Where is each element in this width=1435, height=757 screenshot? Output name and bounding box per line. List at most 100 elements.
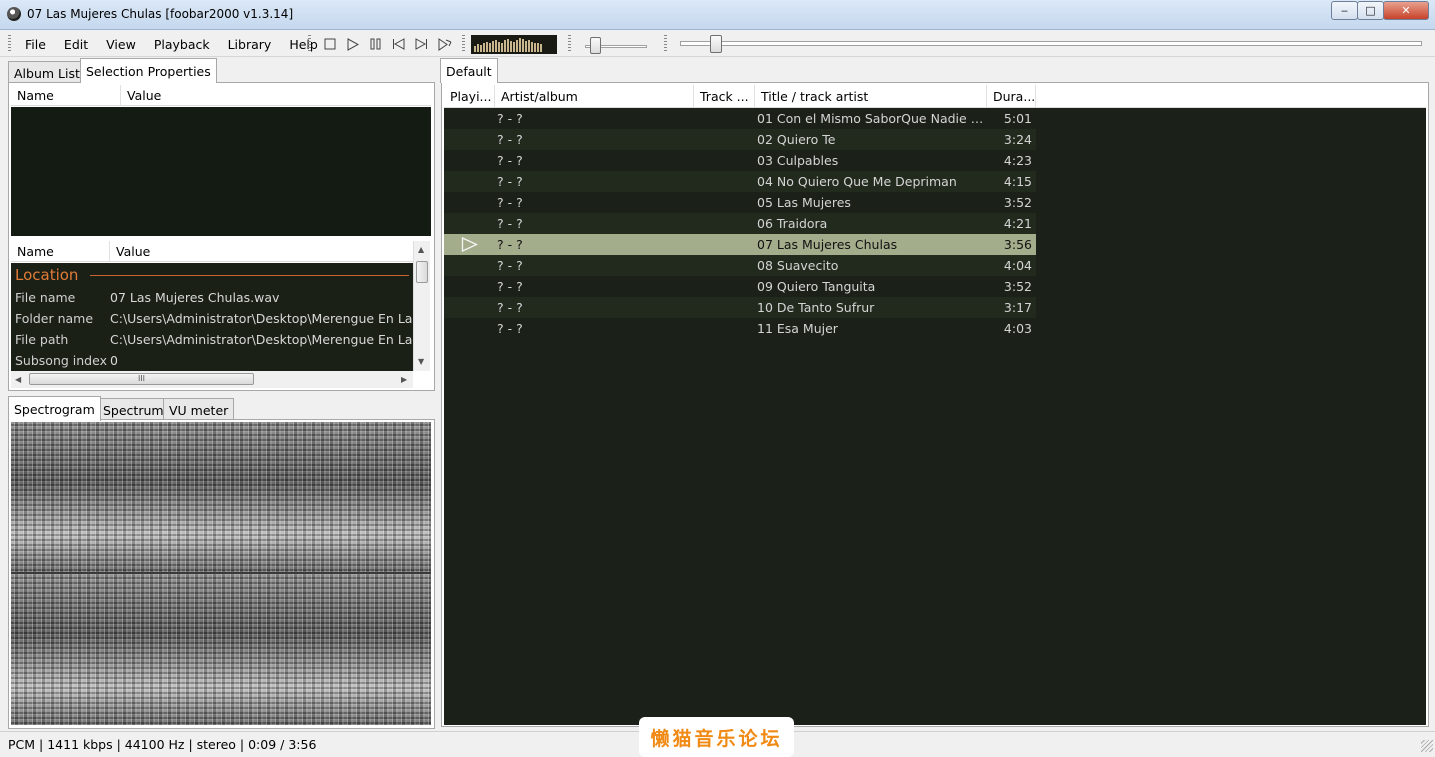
visualizer-bar [540, 44, 542, 52]
property-row[interactable]: File path C:\Users\Administrator\Desktop… [11, 329, 413, 350]
column-duration[interactable]: Dura... [987, 85, 1036, 107]
visualizer-bar [507, 39, 509, 52]
property-row[interactable]: Folder name C:\Users\Administrator\Deskt… [11, 308, 413, 329]
toolbar-grip[interactable] [664, 35, 667, 53]
track-artist-album: ? - ? [497, 153, 523, 168]
playlist-row[interactable]: ? - ? 03 Culpables 4:23 [444, 150, 1036, 171]
close-button[interactable]: ✕ [1383, 1, 1429, 20]
tab-playlist-default[interactable]: Default [440, 58, 498, 83]
toolbar-grip[interactable] [8, 35, 11, 53]
toolbar-grip[interactable] [462, 35, 465, 53]
toolbar-grip[interactable] [568, 35, 571, 53]
peak-visualizer[interactable] [471, 35, 557, 54]
playlist-row[interactable]: ? - ? 04 No Quiero Que Me Depriman 4:15 [444, 171, 1036, 192]
resize-grip-icon[interactable] [1421, 740, 1433, 752]
playlist-view[interactable]: ? - ? 01 Con el Mismo SaborQue Nadie S...… [444, 108, 1426, 725]
spectrogram-display[interactable] [11, 422, 431, 725]
scroll-up-icon[interactable]: ▲ [418, 245, 424, 254]
foobar-app-icon[interactable] [7, 7, 21, 21]
metadata-header: Name Value [11, 85, 431, 106]
metadata-list[interactable] [11, 107, 431, 236]
column-track[interactable]: Track ... [694, 85, 755, 107]
scroll-left-icon[interactable]: ◀ [15, 375, 21, 384]
visualizer-bar [474, 46, 476, 52]
random-icon [438, 37, 451, 51]
properties-vertical-scrollbar[interactable]: ▲ ▼ [413, 241, 430, 371]
location-section: Location [11, 263, 413, 287]
scroll-thumb[interactable] [416, 261, 428, 283]
tab-spectrogram[interactable]: Spectrogram [8, 396, 101, 421]
property-row[interactable]: Subsong index 0 [11, 350, 413, 371]
column-name[interactable]: Name [11, 85, 121, 105]
visualizer-bar [495, 40, 497, 52]
tab-album-list[interactable]: Album List [8, 61, 86, 84]
column-playing[interactable]: Playi... [444, 85, 495, 107]
scroll-thumb[interactable]: III [29, 373, 254, 385]
menu-edit[interactable]: Edit [55, 37, 97, 52]
playlist-row[interactable]: ? - ? 01 Con el Mismo SaborQue Nadie S...… [444, 108, 1036, 129]
play-button[interactable] [341, 35, 364, 53]
playlist-row[interactable]: ? - ? 05 Las Mujeres 3:52 [444, 192, 1036, 213]
menu-file[interactable]: File [16, 37, 55, 52]
track-duration: 3:56 [1003, 237, 1032, 252]
property-value: 0 [110, 353, 118, 368]
next-button[interactable] [410, 35, 433, 53]
menu-library[interactable]: Library [219, 37, 281, 52]
playlist-row[interactable]: ? - ? 02 Quiero Te 3:24 [444, 129, 1036, 150]
track-title: 02 Quiero Te [757, 132, 836, 147]
toolbar-grip[interactable] [308, 35, 311, 53]
window-title: 07 Las Mujeres Chulas [foobar2000 v1.3.1… [27, 7, 294, 21]
tab-selection-properties[interactable]: Selection Properties [80, 58, 217, 83]
playlist-row[interactable]: ? - ? 06 Traidora 4:21 [444, 213, 1036, 234]
column-value[interactable]: Value [110, 241, 413, 261]
tab-vu-meter[interactable]: VU meter [163, 398, 235, 421]
properties-horizontal-scrollbar[interactable]: ◀ III ▶ [11, 371, 413, 388]
track-artist-album: ? - ? [497, 216, 523, 231]
playlist-row[interactable]: ? - ? 11 Esa Mujer 4:03 [444, 318, 1036, 339]
random-button[interactable] [433, 35, 456, 53]
pause-button[interactable] [364, 35, 387, 53]
menu-playback[interactable]: Playback [145, 37, 219, 52]
scroll-down-icon[interactable]: ▼ [418, 357, 424, 366]
tab-spectrum[interactable]: Spectrum [97, 398, 170, 421]
track-duration: 3:24 [1003, 132, 1032, 147]
visualizer-bar [492, 41, 494, 52]
track-duration: 4:15 [1003, 174, 1032, 189]
visualizer-bar [498, 42, 500, 52]
track-duration: 3:52 [1003, 195, 1032, 210]
scroll-right-icon[interactable]: ▶ [401, 375, 407, 384]
column-name[interactable]: Name [11, 241, 110, 261]
visualizer-bar [537, 43, 539, 52]
track-artist-album: ? - ? [497, 237, 523, 252]
volume-slider[interactable] [589, 37, 601, 54]
visualizer-bar [513, 42, 515, 52]
play-icon [347, 37, 359, 51]
playlist-row[interactable]: ? - ? 10 De Tanto Sufrur 3:17 [444, 297, 1036, 318]
visualizer-bar [531, 42, 533, 52]
minimize-button[interactable]: ‒ [1331, 1, 1358, 20]
visualizer-bar [501, 43, 503, 52]
watermark-logo: 懒猫音乐论坛 [639, 717, 794, 757]
window-controls: ‒ □ ✕ [1331, 1, 1429, 20]
property-row[interactable]: File name 07 Las Mujeres Chulas.wav [11, 287, 413, 308]
visualizer-bar [522, 39, 524, 52]
previous-button[interactable] [387, 35, 410, 53]
track-duration: 4:23 [1003, 153, 1032, 168]
menu-view[interactable]: View [97, 37, 145, 52]
visualizer-bar [528, 40, 530, 52]
property-value: 07 Las Mujeres Chulas.wav [110, 290, 280, 305]
seekbar-slider[interactable] [710, 35, 723, 53]
playlist-row[interactable]: ? - ? 07 Las Mujeres Chulas 3:56 [444, 234, 1036, 255]
playlist-row[interactable]: ? - ? 08 Suavecito 4:04 [444, 255, 1036, 276]
column-title[interactable]: Title / track artist [755, 85, 987, 107]
playlist-row[interactable]: ? - ? 09 Quiero Tanguita 3:52 [444, 276, 1036, 297]
column-artist-album[interactable]: Artist/album [495, 85, 694, 107]
title-bar: 07 Las Mujeres Chulas [foobar2000 v1.3.1… [0, 0, 1435, 30]
visualizer-bar [486, 42, 488, 52]
stop-button[interactable] [318, 35, 341, 53]
track-artist-album: ? - ? [497, 321, 523, 336]
properties-list[interactable]: Location File name 07 Las Mujeres Chulas… [11, 263, 413, 371]
seekbar-track[interactable] [680, 41, 1422, 46]
maximize-button[interactable]: □ [1357, 1, 1384, 20]
column-value[interactable]: Value [121, 85, 431, 105]
